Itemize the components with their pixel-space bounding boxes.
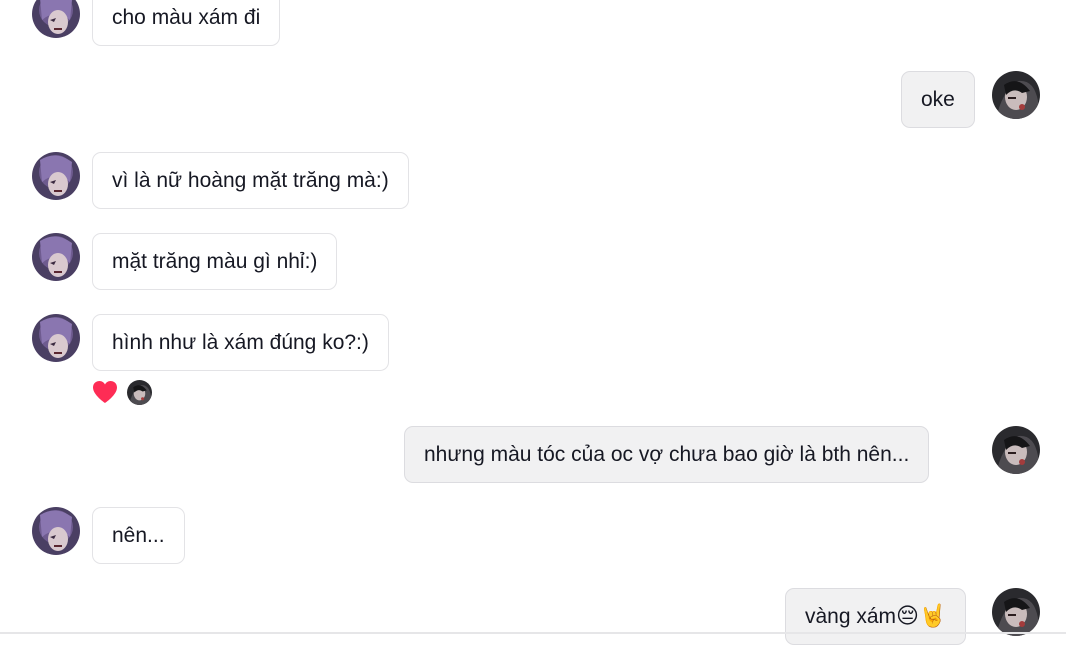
avatar[interactable] xyxy=(32,507,80,555)
message-text: nên... xyxy=(112,524,165,547)
avatar[interactable] xyxy=(32,0,80,38)
message-bubble[interactable]: nên... xyxy=(92,507,185,564)
message-bubble[interactable]: oke xyxy=(901,71,975,128)
message-bubble[interactable]: cho màu xám đi xyxy=(92,0,281,46)
message-text: nhưng màu tóc của oc vợ chưa bao giờ là … xyxy=(424,443,910,466)
message-reactions[interactable] xyxy=(92,379,152,405)
sign-of-horns-emoji: 🤘 xyxy=(918,604,947,629)
avatar[interactable] xyxy=(32,233,80,281)
pensive-face-emoji: 😔 xyxy=(896,604,919,629)
message-bubble[interactable]: nhưng màu tóc của oc vợ chưa bao giờ là … xyxy=(404,426,930,483)
message-text: oke xyxy=(921,88,955,111)
avatar[interactable] xyxy=(32,314,80,362)
avatar[interactable] xyxy=(992,588,1040,636)
message-bubble[interactable]: vàng xám😔🤘 xyxy=(785,588,967,645)
message-bubble[interactable]: vì là nữ hoàng mặt trăng mà:) xyxy=(92,152,409,209)
message-text: mặt trăng màu gì nhỉ:) xyxy=(112,250,318,273)
chat-thread: cho màu xám đi oke vì là nữ hoàng mặt tr… xyxy=(0,0,1066,645)
message-bubble[interactable]: mặt trăng màu gì nhỉ:) xyxy=(92,233,338,290)
avatar[interactable] xyxy=(992,71,1040,119)
message-text: vàng xám xyxy=(805,605,897,628)
message-text: hình như là xám đúng ko?:) xyxy=(112,331,369,354)
message-bubble[interactable]: hình như là xám đúng ko?:) xyxy=(92,314,389,371)
message-text: cho màu xám đi xyxy=(112,6,261,29)
reactor-avatar[interactable] xyxy=(127,379,152,405)
message-text: vì là nữ hoàng mặt trăng mà:) xyxy=(112,169,389,192)
heart-icon[interactable] xyxy=(92,380,118,404)
avatar[interactable] xyxy=(992,426,1040,474)
avatar[interactable] xyxy=(32,152,80,200)
